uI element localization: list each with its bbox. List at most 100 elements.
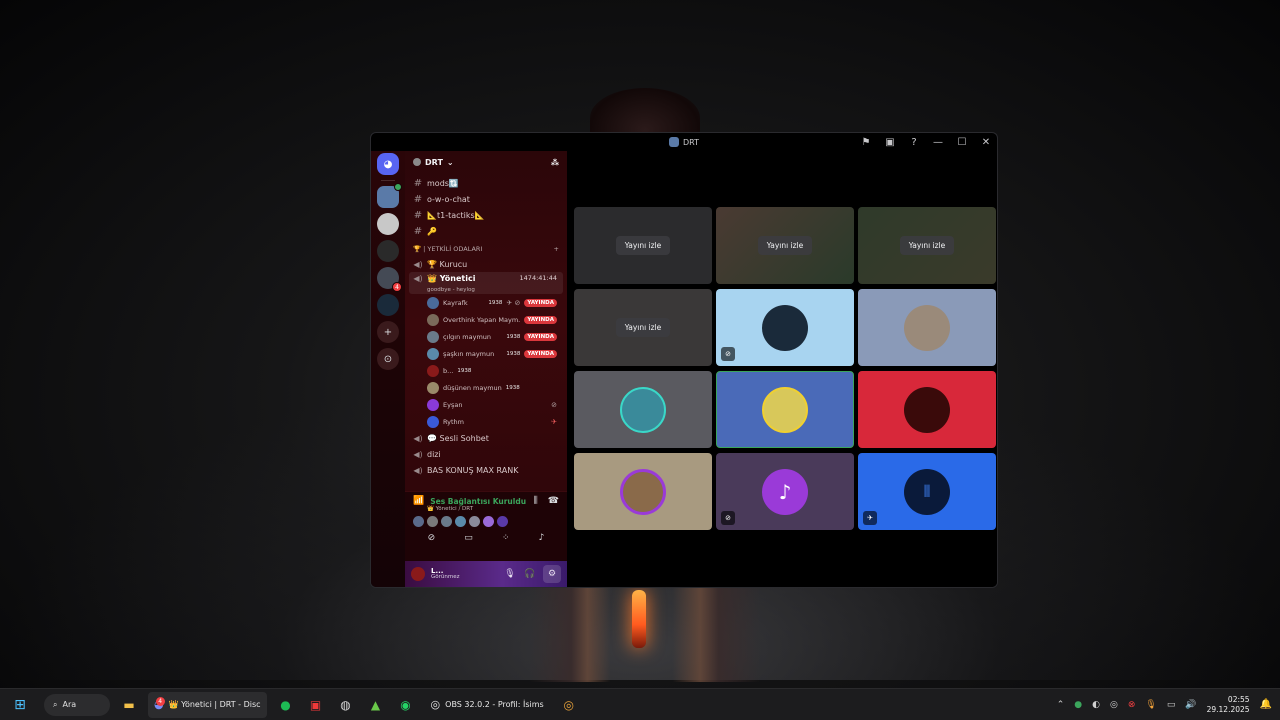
watch-stream-button[interactable]: Yayını izle <box>899 236 955 255</box>
server-icon-server5[interactable] <box>377 294 399 316</box>
volume-icon[interactable]: 🔊 <box>1185 700 1196 710</box>
headset-icon[interactable]: 🎧 <box>523 569 537 579</box>
channel-text[interactable]: # 📐t1-tactiks📐 <box>409 207 563 223</box>
vivaldi-icon[interactable]: ▣ <box>305 694 327 716</box>
mic-icon[interactable]: 🎙 <box>503 569 517 579</box>
spotify-icon[interactable]: ● <box>275 694 297 716</box>
participant-tile[interactable]: ⊘ <box>716 289 854 366</box>
windows-start-icon[interactable]: ⊞ <box>8 693 32 717</box>
add-server-icon[interactable]: + <box>377 321 399 343</box>
avatar[interactable] <box>441 516 452 527</box>
participant-tile[interactable] <box>858 371 996 448</box>
participant-tile[interactable] <box>574 371 712 448</box>
server-icon-drt[interactable] <box>377 183 402 208</box>
participant-tile[interactable] <box>716 371 854 448</box>
minimize-icon[interactable]: — <box>931 137 945 148</box>
stream-tile[interactable]: Yayını izle <box>716 207 854 284</box>
disconnect-icon[interactable]: ☎ <box>548 496 559 506</box>
voice-channel-path: 👑 Yönetici / DRT <box>427 506 474 512</box>
channel-text[interactable]: # mods🔃 <box>409 175 563 191</box>
stream-tile[interactable]: Yayını izle <box>574 289 712 366</box>
server-header[interactable]: DRT ⌄ ⁂ <box>405 151 567 173</box>
channel-voice[interactable]: ◀) 🏆 Kurucu <box>409 256 563 272</box>
watch-stream-button[interactable]: Yayını izle <box>615 318 671 337</box>
channel-text[interactable]: # o-w-o-chat <box>409 191 563 207</box>
tray-app-icon[interactable]: ◎ <box>1110 700 1118 710</box>
signal-icon[interactable]: 📶 <box>413 496 424 506</box>
avatar[interactable] <box>469 516 480 527</box>
channel-voice[interactable]: ◀) 💬 Sesli Sohbet <box>409 430 563 446</box>
inbox-icon[interactable]: ▣ <box>883 137 897 148</box>
camera-off-icon[interactable]: ⊘ <box>428 533 436 543</box>
file-explorer-icon[interactable]: ▬ <box>118 694 140 716</box>
watch-stream-button[interactable]: Yayını izle <box>615 236 671 255</box>
network-icon[interactable]: ▭ <box>1167 700 1176 710</box>
tray-app-icon[interactable]: ◐ <box>1092 700 1100 710</box>
taskbar-obs[interactable]: ◎ OBS 32.0.2 - Profil: İsims <box>425 692 550 718</box>
explore-icon[interactable]: ⊙ <box>377 348 399 370</box>
channel-voice-active[interactable]: ◀) 👑 Yönetici 1474:41:44 goodbye - heylo… <box>409 272 563 294</box>
tray-app-icon[interactable]: ⊗ <box>1128 700 1136 710</box>
voice-member[interactable]: şaşkın maymun 1938 YAYINDA <box>409 345 563 362</box>
channel-voice[interactable]: ◀) BAS KONUŞ MAX RANK <box>409 462 563 478</box>
avatar[interactable] <box>413 516 424 527</box>
activities-icon[interactable]: ⁘ <box>502 533 510 543</box>
soundboard-icon[interactable]: ♪ <box>539 533 545 543</box>
voice-member[interactable]: çılgın maymun 1938 YAYINDA <box>409 328 563 345</box>
avatar[interactable] <box>427 516 438 527</box>
voice-member[interactable]: Kayrafk 1938 ✈ ⊘ YAYINDA <box>409 294 563 311</box>
server-icon-user1[interactable] <box>377 213 399 235</box>
invite-icon[interactable]: ⁂ <box>551 158 559 167</box>
search-button[interactable]: ⌕ Ara <box>44 693 110 716</box>
screen-share-icon[interactable]: ▭ <box>464 533 473 543</box>
microphone-icon[interactable]: 🎙 <box>1145 700 1156 710</box>
noise-suppression-icon[interactable]: ⫼ <box>534 496 538 506</box>
server-icon-user2[interactable] <box>377 240 399 262</box>
voice-member[interactable]: Eyşan ⊘ <box>409 396 563 413</box>
channel-text[interactable]: # 🔑 <box>409 223 563 239</box>
close-icon[interactable]: ✕ <box>979 137 993 148</box>
watch-stream-button[interactable]: Yayını izle <box>757 236 813 255</box>
clock[interactable]: 02:55 29.12.2025 <box>1207 695 1250 714</box>
tray-app-icon[interactable]: ● <box>1074 700 1082 710</box>
live-badge: YAYINDA <box>524 315 557 324</box>
app-icon[interactable]: ◍ <box>335 694 357 716</box>
voice-member[interactable]: Rythm ✈ <box>409 413 563 430</box>
help-icon[interactable]: ? <box>907 137 921 148</box>
category-header[interactable]: 🏆 | YETKİLİ ODALARI + <box>409 242 563 256</box>
bluestacks-icon[interactable]: ▲ <box>365 694 387 716</box>
status-icons: ✈ ⊘ <box>506 298 521 307</box>
voice-member[interactable]: Overthink Yapan Maym... YAYINDA <box>409 311 563 328</box>
user-avatar[interactable] <box>411 567 425 581</box>
avatar[interactable] <box>455 516 466 527</box>
flag-icon[interactable]: ⚑ <box>859 137 873 148</box>
channel-voice[interactable]: ◀) dizi <box>409 446 563 462</box>
server-icon-server4[interactable]: 4 <box>377 267 402 292</box>
notification-bell-icon[interactable]: 🔔 <box>1260 699 1272 710</box>
live-badge: YAYINDA <box>524 332 557 341</box>
voice-member[interactable]: b... 1938 <box>409 362 563 379</box>
participant-tile[interactable] <box>574 453 712 530</box>
user-info[interactable]: L... Görünmez <box>431 567 497 581</box>
settings-icon[interactable]: ⚙ <box>543 565 561 583</box>
chrome-icon[interactable]: ◎ <box>558 694 580 716</box>
avatar[interactable] <box>483 516 494 527</box>
participant-tile[interactable]: ♪ ⊘ <box>716 453 854 530</box>
voice-member[interactable]: düşünen maymun 1938 <box>409 379 563 396</box>
taskbar-discord[interactable]: ◕4 👑 Yönetici | DRT - Disc <box>148 691 267 718</box>
participant-tile[interactable]: ⦀ ✈ <box>858 453 996 530</box>
stream-tile[interactable]: Yayını izle <box>574 207 712 284</box>
search-icon: ⌕ <box>53 699 58 709</box>
hash-icon: # <box>413 225 423 237</box>
chevron-up-icon[interactable]: ⌃ <box>1057 700 1065 710</box>
participant-tile[interactable] <box>858 289 996 366</box>
add-channel-icon[interactable]: + <box>554 245 559 253</box>
whatsapp-icon[interactable]: ◉ <box>395 694 417 716</box>
discord-home-icon[interactable]: ◕ <box>377 153 399 175</box>
maximize-icon[interactable]: ☐ <box>955 137 969 148</box>
stream-tile[interactable]: Yayını izle <box>858 207 996 284</box>
avatar[interactable] <box>497 516 508 527</box>
window-title: DRT <box>682 137 700 147</box>
server-name: DRT <box>425 157 443 167</box>
hash-icon: # <box>413 193 423 205</box>
